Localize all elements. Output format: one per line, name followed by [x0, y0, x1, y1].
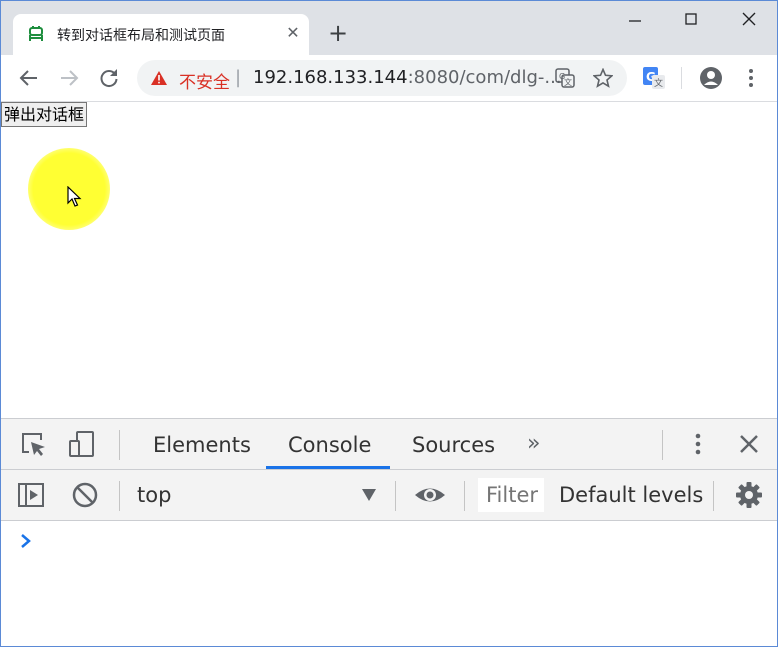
devtools-close-icon[interactable]	[736, 430, 762, 458]
tab-elements[interactable]: Elements	[153, 433, 251, 457]
browser-tab[interactable]: 转到对话框布局和测试页面 ✕	[13, 14, 309, 55]
tab-sources[interactable]: Sources	[412, 433, 495, 457]
devtools-panel: Elements Console Sources » top Filter De…	[1, 418, 777, 646]
google-translate-icon[interactable]: G 文	[642, 66, 666, 90]
devtools-divider-right	[662, 430, 663, 460]
tab-title: 转到对话框布局和测试页面	[57, 28, 225, 44]
warning-icon[interactable]	[151, 71, 167, 85]
filter-input[interactable]: Filter	[478, 478, 544, 512]
clear-console-icon[interactable]	[71, 481, 99, 509]
android-icon	[29, 26, 43, 41]
browser-toolbar: 不安全 | 192.168.133.144:8080/com/dlg-... G…	[1, 55, 777, 102]
live-expression-eye-icon[interactable]	[414, 481, 446, 509]
browser-window: 转到对话框布局和测试页面 ✕ + 不安全 | 192.168.133.144:8…	[0, 0, 778, 647]
device-toolbar-icon[interactable]	[68, 430, 96, 458]
tab-console[interactable]: Console	[288, 433, 371, 457]
console-divider-3	[464, 481, 465, 511]
address-bar[interactable]: 不安全 | 192.168.133.144:8080/com/dlg-... G…	[137, 60, 627, 96]
toggle-sidebar-icon[interactable]	[17, 481, 45, 509]
devtools-tab-bar: Elements Console Sources »	[1, 419, 777, 470]
chrome-menu-icon[interactable]	[739, 66, 763, 90]
active-tab-indicator	[266, 466, 390, 469]
minimize-icon[interactable]	[621, 7, 649, 31]
back-arrow-icon[interactable]	[17, 66, 41, 90]
omnibox-separator: |	[235, 67, 242, 88]
context-selector[interactable]: top	[137, 483, 171, 507]
url-host: 192.168.133.144	[253, 67, 408, 88]
window-close-icon[interactable]	[735, 7, 763, 31]
mouse-cursor-icon	[67, 186, 82, 207]
console-divider-2	[395, 481, 396, 511]
devtools-divider	[119, 430, 120, 460]
toolbar-divider	[681, 67, 682, 89]
popup-dialog-button[interactable]: 弹出对话框	[1, 102, 88, 127]
page-viewport: 弹出对话框	[1, 102, 777, 418]
chevron-down-icon[interactable]	[361, 488, 377, 502]
new-tab-button[interactable]: +	[326, 21, 350, 45]
console-divider-1	[119, 481, 120, 511]
translate-icon[interactable]: G 文	[555, 68, 575, 88]
profile-avatar-icon[interactable]	[699, 66, 723, 90]
more-tabs-button[interactable]: »	[527, 431, 540, 456]
bookmark-star-icon[interactable]	[593, 68, 613, 88]
gear-icon[interactable]	[735, 481, 763, 509]
console-divider-4	[713, 481, 714, 511]
console-prompt-icon[interactable]	[19, 533, 33, 549]
url-path: :8080/com/dlg-...	[407, 67, 562, 88]
filter-placeholder: Filter	[486, 483, 539, 507]
console-toolbar: top Filter Default levels	[1, 470, 777, 521]
url-text[interactable]: 192.168.133.144:8080/com/dlg-...	[253, 67, 562, 88]
tab-strip: 转到对话框布局和测试页面 ✕ +	[1, 1, 777, 55]
reload-icon[interactable]	[97, 66, 121, 90]
svg-text:文: 文	[564, 77, 572, 87]
forward-arrow-icon[interactable]	[57, 66, 81, 90]
tab-close-icon[interactable]: ✕	[284, 24, 302, 42]
security-status[interactable]: 不安全	[179, 68, 230, 93]
svg-text:文: 文	[654, 77, 663, 89]
maximize-icon[interactable]	[677, 7, 705, 31]
log-levels-dropdown[interactable]: Default levels	[559, 483, 703, 507]
inspect-element-icon[interactable]	[19, 430, 47, 458]
devtools-menu-icon[interactable]	[685, 430, 711, 458]
